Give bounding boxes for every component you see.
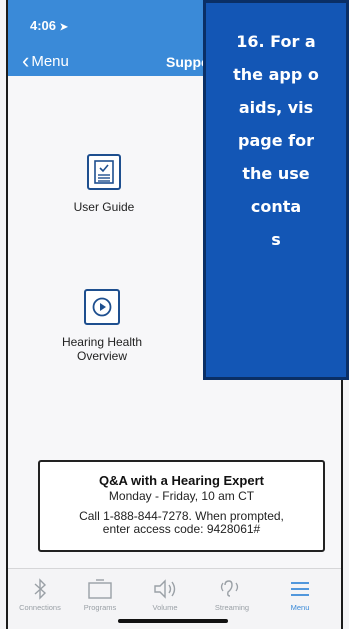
status-time-text: 4:06 bbox=[30, 18, 57, 33]
tab-menu[interactable]: Menu bbox=[270, 575, 330, 612]
expert-schedule: Monday - Friday, 10 am CT bbox=[108, 489, 255, 503]
home-indicator[interactable] bbox=[118, 619, 228, 623]
status-time: 4:06 ➤ bbox=[30, 18, 68, 33]
back-button[interactable]: ‹ Menu bbox=[22, 48, 69, 73]
hearing-health-label: Hearing Health Overview bbox=[56, 335, 148, 363]
overlay-line: s bbox=[271, 230, 281, 249]
tab-programs[interactable]: Programs bbox=[70, 575, 130, 612]
tab-menu-label: Menu bbox=[290, 603, 310, 612]
document-icon bbox=[87, 154, 121, 190]
back-button-label: Menu bbox=[31, 52, 69, 70]
volume-speaker-icon bbox=[135, 575, 195, 603]
hamburger-menu-icon bbox=[270, 575, 330, 603]
overlay-line: page for bbox=[238, 131, 314, 150]
location-arrow-icon: ➤ bbox=[59, 22, 69, 33]
tab-volume-label: Volume bbox=[152, 603, 178, 612]
instruction-overlay: 16. For a the app o aids, vis page for t… bbox=[203, 0, 349, 380]
chevron-left-icon: ‹ bbox=[22, 48, 30, 73]
tab-streaming-label: Streaming bbox=[214, 603, 250, 612]
expert-call-text: Call 1-888-844-7278. When prompted, ente… bbox=[40, 510, 323, 536]
expert-heading: Q&A with a Hearing Expert bbox=[99, 473, 264, 488]
play-icon bbox=[84, 289, 120, 325]
tab-volume[interactable]: Volume bbox=[135, 575, 195, 612]
tab-connections[interactable]: Connections bbox=[10, 575, 70, 612]
overlay-line: conta bbox=[250, 197, 302, 216]
expert-qa-card[interactable]: Q&A with a Hearing Expert Monday - Frida… bbox=[38, 460, 325, 552]
tab-connections-label: Connections bbox=[19, 603, 61, 612]
hearing-health-label-line2: Overview bbox=[76, 349, 127, 363]
user-guide-label: User Guide bbox=[73, 200, 135, 214]
hearing-health-label-line1: Hearing Health bbox=[61, 335, 143, 349]
user-guide-tile[interactable]: User Guide bbox=[63, 154, 145, 214]
bluetooth-icon bbox=[10, 575, 70, 603]
overlay-line: 16. For a bbox=[236, 32, 316, 51]
streaming-ear-icon bbox=[202, 575, 262, 603]
overlay-line: the app o bbox=[233, 65, 319, 84]
tab-streaming[interactable]: Streaming bbox=[202, 575, 262, 612]
hearing-health-overview-tile[interactable]: Hearing Health Overview bbox=[56, 289, 148, 363]
expert-call-line2: enter access code: 9428061# bbox=[102, 522, 261, 536]
programs-folder-icon bbox=[70, 575, 130, 603]
overlay-line: the use bbox=[242, 164, 310, 183]
tab-programs-label: Programs bbox=[83, 603, 117, 612]
overlay-line: aids, vis bbox=[238, 98, 314, 117]
